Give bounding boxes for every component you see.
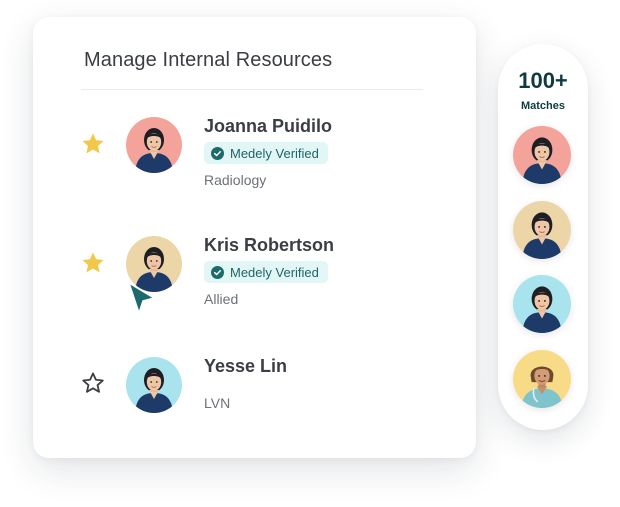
resource-name[interactable]: Yesse Lin (204, 356, 287, 377)
star-filled-icon[interactable] (80, 131, 106, 157)
verified-badge: Medely Verified (204, 142, 328, 164)
matches-count: 100+ (518, 68, 568, 93)
resource-name[interactable]: Kris Robertson (204, 235, 334, 256)
check-circle-icon (211, 265, 224, 279)
divider (81, 89, 423, 90)
avatar (126, 117, 182, 173)
department-label: Radiology (204, 172, 267, 188)
resources-panel: Manage Internal Resources Joanna Puidilo (33, 17, 476, 458)
avatar (126, 357, 182, 413)
verified-badge: Medely Verified (204, 261, 328, 283)
star-filled-icon[interactable] (80, 250, 106, 276)
matches-label: Matches (520, 100, 566, 112)
resource-name[interactable]: Joanna Puidilo (204, 116, 332, 137)
match-avatar[interactable] (513, 275, 571, 333)
resource-row[interactable]: Joanna Puidilo Medely Verified Radiology (33, 115, 476, 205)
cursor-arrow-icon (127, 281, 157, 317)
matches-panel: 100+ Matches (498, 44, 588, 430)
resource-row[interactable]: Yesse Lin LVN (33, 355, 476, 445)
match-avatar[interactable] (513, 126, 571, 184)
star-outline-icon[interactable] (80, 370, 106, 396)
badge-label: Medely Verified (230, 145, 319, 161)
match-avatar[interactable] (513, 201, 571, 259)
check-circle-icon (211, 146, 224, 160)
badge-label: Medely Verified (230, 264, 319, 280)
department-label: LVN (204, 395, 231, 411)
department-label: Allied (204, 291, 239, 307)
match-avatar[interactable] (513, 350, 571, 408)
panel-title: Manage Internal Resources (84, 49, 333, 71)
resource-row[interactable]: Kris Robertson Medely Verified Allied (33, 234, 476, 324)
